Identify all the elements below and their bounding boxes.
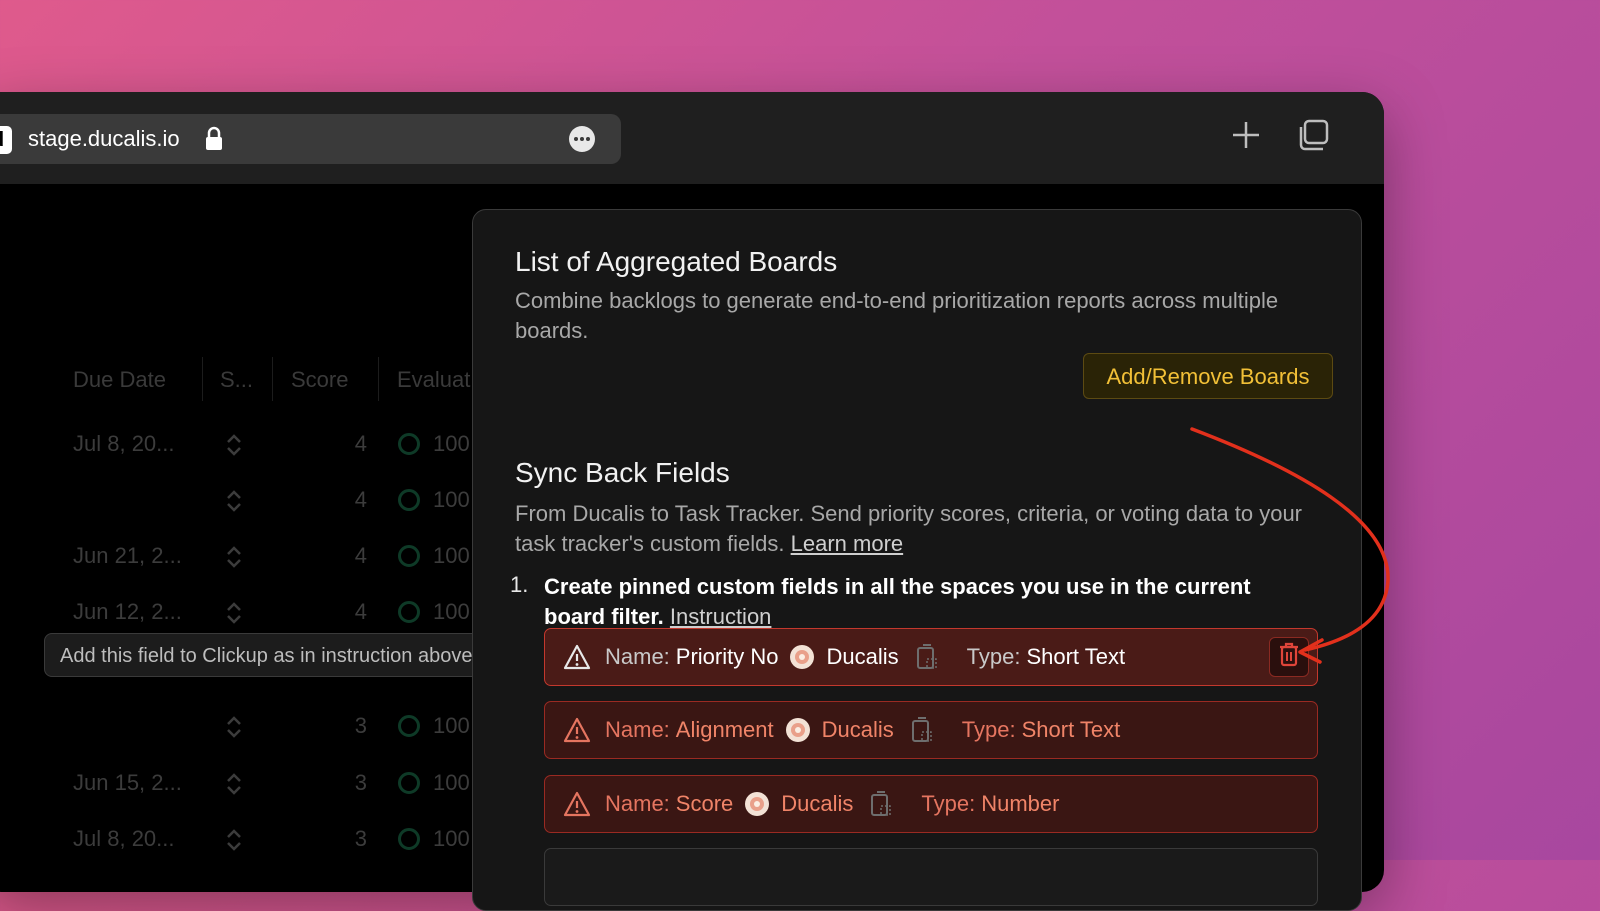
evaluation-ring-icon <box>398 772 420 794</box>
field-type-label: Type: <box>961 717 1016 742</box>
cell-score: 4 <box>354 599 367 624</box>
cell-evaluation: 100 <box>433 431 470 456</box>
cell-evaluation: 100 <box>433 599 470 624</box>
field-name-label: Name: <box>605 717 670 742</box>
field-type-value: Short Text <box>1026 644 1126 669</box>
warning-icon <box>563 791 591 817</box>
column-header-status[interactable]: S... <box>220 367 253 393</box>
sync-description-text: From Ducalis to Task Tracker. Send prior… <box>515 501 1303 556</box>
evaluation-ring-icon <box>398 715 420 737</box>
aggregated-boards-description: Combine backlogs to generate end-to-end … <box>515 288 1279 343</box>
evaluation-ring-icon <box>398 545 420 567</box>
step-text: Create pinned custom fields in all the s… <box>544 574 1251 629</box>
cell-evaluation: 100 <box>433 543 470 568</box>
cell-evaluation: 100 <box>433 770 470 795</box>
lock-icon <box>205 126 223 157</box>
cell-score: 4 <box>354 431 367 456</box>
delete-field-button[interactable] <box>1269 637 1309 677</box>
cell-evaluation: 100 <box>433 826 470 851</box>
aggregated-boards-title: List of Aggregated Boards <box>515 246 838 277</box>
cell-date: Jun 15, 2... <box>73 770 182 795</box>
step-number: 1. <box>510 572 529 597</box>
ducalis-cake-icon <box>788 643 816 671</box>
sort-icon <box>224 433 244 462</box>
cell-score: 3 <box>354 713 367 738</box>
trash-icon <box>1278 641 1300 673</box>
field-row-score[interactable]: Name: Score Ducalis Type: Number <box>544 775 1318 833</box>
field-type-label: Type: <box>966 644 1021 669</box>
settings-panel: List of Aggregated Boards Combine backlo… <box>472 209 1362 911</box>
field-row-priority[interactable]: Name: Priority No Ducalis Type: Short Te… <box>544 628 1318 686</box>
cell-date: Jun 21, 2... <box>73 543 182 568</box>
field-name-label: Name: <box>605 644 670 669</box>
address-bar[interactable]: d stage.ducalis.io <box>0 114 621 164</box>
cell-evaluation: 100 <box>433 487 470 512</box>
ducalis-cake-icon <box>784 716 812 744</box>
field-name-value: Alignment <box>675 717 774 742</box>
field-tooltip: Add this field to Clickup as in instruct… <box>44 633 534 677</box>
browser-toolbar: d stage.ducalis.io <box>0 92 1384 184</box>
sort-icon <box>224 715 244 744</box>
instruction-link[interactable]: Instruction <box>670 604 772 629</box>
cell-date: Jul 8, 20... <box>73 431 175 456</box>
evaluation-ring-icon <box>398 601 420 623</box>
field-brand: Ducalis <box>781 791 854 816</box>
favicon-letter: d <box>0 129 4 152</box>
sort-icon <box>224 828 244 857</box>
field-type-value: Number <box>981 791 1060 816</box>
cell-date: Jul 8, 20... <box>73 826 175 851</box>
learn-more-link[interactable]: Learn more <box>791 531 904 556</box>
column-header-evaluation[interactable]: Evaluat <box>397 367 470 393</box>
new-tab-icon[interactable] <box>1230 117 1262 158</box>
warning-icon <box>563 717 591 743</box>
copy-icon[interactable] <box>915 643 939 671</box>
column-header-score[interactable]: Score <box>291 367 348 393</box>
column-separator <box>378 357 379 401</box>
field-name-value: Score <box>675 791 734 816</box>
sort-icon <box>224 772 244 801</box>
add-remove-boards-button[interactable]: Add/Remove Boards <box>1083 353 1333 399</box>
column-separator <box>202 357 203 401</box>
evaluation-ring-icon <box>398 828 420 850</box>
copy-icon[interactable] <box>910 716 934 744</box>
sync-back-fields-description: From Ducalis to Task Tracker. Send prior… <box>515 499 1315 559</box>
column-separator <box>272 357 273 401</box>
site-favicon: d <box>0 126 12 154</box>
step-instruction: Create pinned custom fields in all the s… <box>544 572 1314 632</box>
tabs-overview-icon[interactable] <box>1296 117 1330 158</box>
cell-score: 3 <box>354 770 367 795</box>
field-row-alignment[interactable]: Name: Alignment Ducalis Type: Short Text <box>544 701 1318 759</box>
sort-icon <box>224 601 244 630</box>
sort-icon <box>224 489 244 518</box>
field-row-partial[interactable] <box>544 848 1318 906</box>
copy-icon[interactable] <box>869 790 893 818</box>
column-header-due-date[interactable]: Due Date <box>73 367 166 393</box>
cell-evaluation: 100 <box>433 713 470 738</box>
field-type-value: Short Text <box>1021 717 1121 742</box>
field-name-value: Priority No <box>675 644 779 669</box>
ducalis-cake-icon <box>743 790 771 818</box>
url-text[interactable]: stage.ducalis.io <box>28 125 180 153</box>
warning-icon <box>563 644 591 670</box>
field-name-label: Name: <box>605 791 670 816</box>
sort-icon <box>224 545 244 574</box>
evaluation-ring-icon <box>398 489 420 511</box>
evaluation-ring-icon <box>398 433 420 455</box>
cell-score: 4 <box>354 487 367 512</box>
sync-back-fields-title: Sync Back Fields <box>515 457 730 488</box>
field-brand: Ducalis <box>821 717 894 742</box>
field-brand: Ducalis <box>826 644 899 669</box>
cell-score: 3 <box>354 826 367 851</box>
cell-score: 4 <box>354 543 367 568</box>
cell-date: Jun 12, 2... <box>73 599 182 624</box>
more-options-icon[interactable] <box>568 125 596 158</box>
field-type-label: Type: <box>921 791 976 816</box>
